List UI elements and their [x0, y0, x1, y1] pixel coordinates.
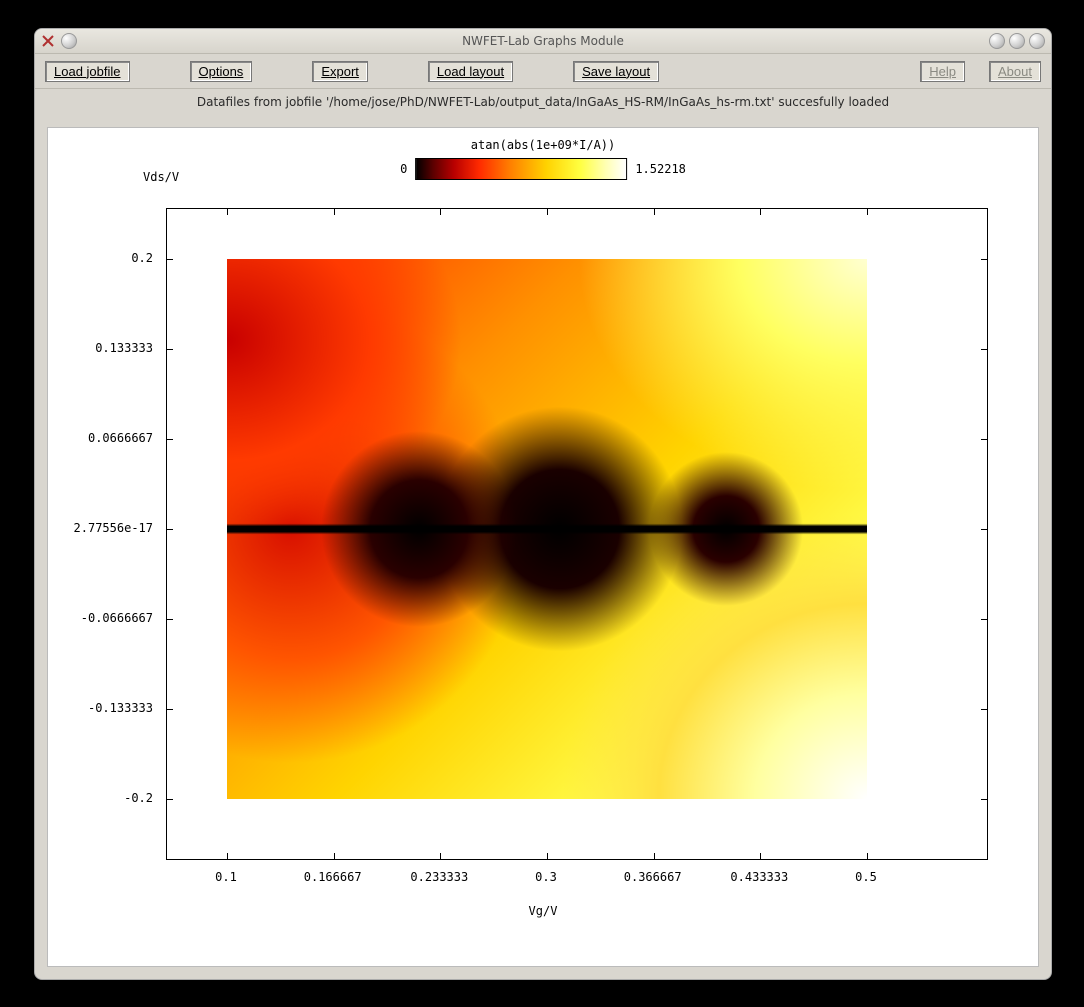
- heatmap: [227, 259, 867, 799]
- y-tick-label: 0.0666667: [48, 431, 153, 445]
- y-tick-label: 0.133333: [48, 341, 153, 355]
- colorbar-max: 1.52218: [635, 162, 686, 176]
- plot-panel: atan(abs(1e+09*I/A)) 0 1.52218 Vds/V 0.2…: [47, 127, 1039, 967]
- x-tick-label: 0.233333: [410, 870, 468, 884]
- x-tick-label: 0.5: [855, 870, 877, 884]
- x-tick-label: 0.366667: [624, 870, 682, 884]
- colorbar: 0 1.52218: [400, 158, 686, 180]
- window-menu-icon[interactable]: [61, 33, 77, 49]
- y-tick-label: -0.0666667: [48, 611, 153, 625]
- y-axis-label: Vds/V: [143, 170, 179, 184]
- x-tick-label: 0.3: [535, 870, 557, 884]
- colorbar-min: 0: [400, 162, 407, 176]
- main-window: NWFET-Lab Graphs Module Load jobfile Opt…: [34, 28, 1052, 980]
- x-axis-label: Vg/V: [48, 904, 1038, 918]
- about-button[interactable]: About: [989, 61, 1041, 82]
- x-tick-label: 0.166667: [304, 870, 362, 884]
- maximize-icon[interactable]: [1009, 33, 1025, 49]
- x-tick-label: 0.433333: [730, 870, 788, 884]
- colorbar-gradient: [415, 158, 627, 180]
- load-layout-button[interactable]: Load layout: [428, 61, 513, 82]
- export-button[interactable]: Export: [312, 61, 368, 82]
- window-title: NWFET-Lab Graphs Module: [35, 34, 1051, 48]
- y-tick-label: 0.2: [48, 251, 153, 265]
- minimize-icon[interactable]: [989, 33, 1005, 49]
- titlebar[interactable]: NWFET-Lab Graphs Module: [35, 29, 1051, 54]
- app-icon: [41, 34, 55, 48]
- colorbar-title: atan(abs(1e+09*I/A)): [48, 138, 1038, 152]
- y-tick-label: -0.133333: [48, 701, 153, 715]
- load-jobfile-button[interactable]: Load jobfile: [45, 61, 130, 82]
- toolbar: Load jobfile Options Export Load layout …: [35, 54, 1051, 89]
- plot-frame: [166, 208, 988, 860]
- y-tick-label: -0.2: [48, 791, 153, 805]
- save-layout-button[interactable]: Save layout: [573, 61, 659, 82]
- options-button[interactable]: Options: [190, 61, 253, 82]
- y-tick-label: 2.77556e-17: [48, 521, 153, 535]
- help-button[interactable]: Help: [920, 61, 965, 82]
- x-tick-label: 0.1: [215, 870, 237, 884]
- close-icon[interactable]: [1029, 33, 1045, 49]
- status-text: Datafiles from jobfile '/home/jose/PhD/N…: [35, 89, 1051, 113]
